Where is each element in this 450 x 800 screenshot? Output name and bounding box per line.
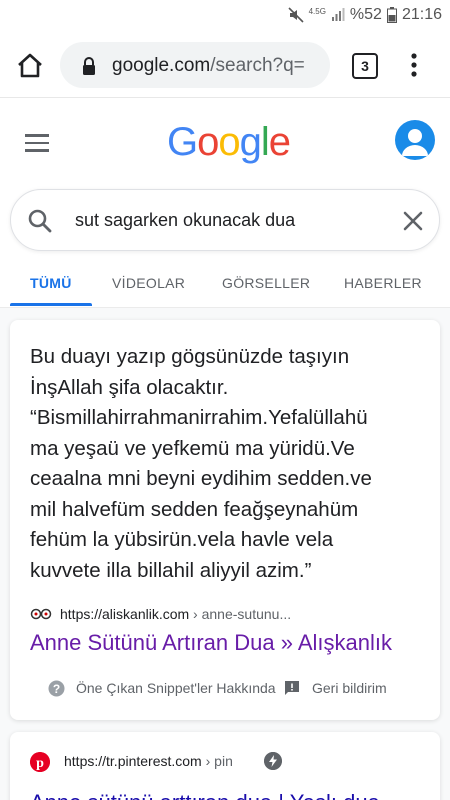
snippet-line: İnşAllah şifa olacaktır. bbox=[30, 375, 229, 399]
snippet-line: “Bismillahirrahmanirrahim.Yefalüllahü bbox=[30, 406, 368, 429]
glasses-favicon-icon bbox=[30, 608, 52, 620]
snippet-line: mil halvefüm sedden feağşeynahüm bbox=[30, 497, 359, 521]
more-vert-icon[interactable] bbox=[404, 50, 424, 80]
signal-icon bbox=[331, 8, 345, 21]
mute-icon bbox=[288, 7, 304, 23]
account-avatar[interactable] bbox=[395, 120, 435, 160]
active-tab-indicator bbox=[10, 303, 92, 306]
snippet-line: kuvvete illa billahil aliyyil azim.” bbox=[30, 558, 312, 582]
battery-level: %52 bbox=[349, 6, 382, 23]
result-card: p https://tr.pinterest.com › pin Anne sü… bbox=[10, 732, 440, 800]
pinterest-favicon-icon: p bbox=[30, 752, 50, 772]
svg-text:p: p bbox=[36, 756, 44, 771]
url-domain: google.com bbox=[112, 55, 211, 76]
google-logo[interactable]: Google bbox=[167, 120, 291, 165]
tabs-switcher-button[interactable]: 3 bbox=[352, 53, 378, 79]
search-input[interactable]: sut sagarken okunacak dua bbox=[75, 210, 295, 231]
source-domain: https://aliskanlik.com bbox=[60, 606, 190, 622]
feedback-link[interactable]: Geri bildirim bbox=[312, 680, 387, 696]
browser-toolbar: google.com/search?q= 3 bbox=[0, 32, 450, 98]
logo-letter: G bbox=[167, 120, 198, 164]
clock: 21:16 bbox=[401, 6, 442, 23]
tab-all[interactable]: TÜMÜ bbox=[30, 275, 72, 291]
snippet-text: Bu duayı yazıp gögsünüzde taşıyın İnşAll… bbox=[30, 342, 425, 586]
result-title-link[interactable]: Anne sütünü arttıran dua | Yaşlı dua... bbox=[30, 790, 398, 800]
svg-text:?: ? bbox=[53, 682, 60, 696]
logo-letter: e bbox=[268, 120, 291, 164]
search-tabs: TÜMÜ VİDEOLAR GÖRSELLER HABERLER bbox=[0, 262, 450, 308]
amp-lightning-icon bbox=[264, 752, 282, 770]
snippet-line: ma yeşaü ve yefkemü ma yüridü.Ve bbox=[30, 436, 355, 460]
tab-news[interactable]: HABERLER bbox=[344, 275, 422, 291]
lock-icon bbox=[83, 57, 95, 75]
help-icon[interactable]: ? bbox=[48, 680, 65, 697]
about-snippets-link[interactable]: Öne Çıkan Snippet'ler Hakkında bbox=[76, 680, 276, 696]
result-title-link[interactable]: Anne Sütünü Artıran Dua » Alışkanlık bbox=[30, 630, 392, 656]
status-bar: 4.5G %52 21:16 bbox=[0, 0, 450, 32]
address-bar[interactable]: google.com/search?q= bbox=[60, 42, 330, 88]
featured-snippet-card: Bu duayı yazıp gögsünüzde taşıyın İnşAll… bbox=[10, 320, 440, 720]
search-box[interactable]: sut sagarken okunacak dua bbox=[10, 189, 440, 251]
hamburger-menu-icon[interactable] bbox=[25, 134, 51, 154]
logo-letter: l bbox=[260, 120, 270, 164]
feedback-icon[interactable] bbox=[284, 680, 300, 696]
source-path: › pin bbox=[201, 753, 233, 769]
snippet-line: ceaalna mni beyni eydihim sedden.ve bbox=[30, 467, 372, 490]
network-type: 4.5G bbox=[308, 7, 326, 16]
search-icon[interactable] bbox=[27, 208, 53, 234]
source-path: › anne-sutunu... bbox=[189, 606, 292, 622]
url-text: google.com/search?q= bbox=[112, 55, 322, 77]
snippet-line: Bu duayı yazıp gögsünüzde taşıyın bbox=[30, 345, 350, 368]
google-header: Google bbox=[0, 98, 450, 188]
snippet-line: fehüm la yübsirün.vela havle vela bbox=[30, 528, 334, 551]
tab-videos[interactable]: VİDEOLAR bbox=[112, 275, 185, 291]
result-source[interactable]: https://tr.pinterest.com › pin bbox=[64, 753, 233, 769]
logo-letter: g bbox=[239, 120, 262, 164]
logo-letter: o bbox=[197, 120, 219, 164]
snippet-footer: ? Öne Çıkan Snippet'ler Hakkında Geri bi… bbox=[48, 678, 428, 700]
result-source[interactable]: https://aliskanlik.com › anne-sutunu... bbox=[30, 604, 291, 624]
home-icon[interactable] bbox=[14, 50, 46, 82]
avatar-icon bbox=[402, 129, 428, 156]
logo-letter: o bbox=[218, 120, 240, 164]
url-path: /search?q= bbox=[210, 55, 305, 76]
battery-icon bbox=[386, 7, 397, 23]
tab-images[interactable]: GÖRSELLER bbox=[222, 275, 310, 291]
close-icon[interactable] bbox=[401, 209, 425, 233]
source-domain: https://tr.pinterest.com bbox=[64, 753, 202, 769]
